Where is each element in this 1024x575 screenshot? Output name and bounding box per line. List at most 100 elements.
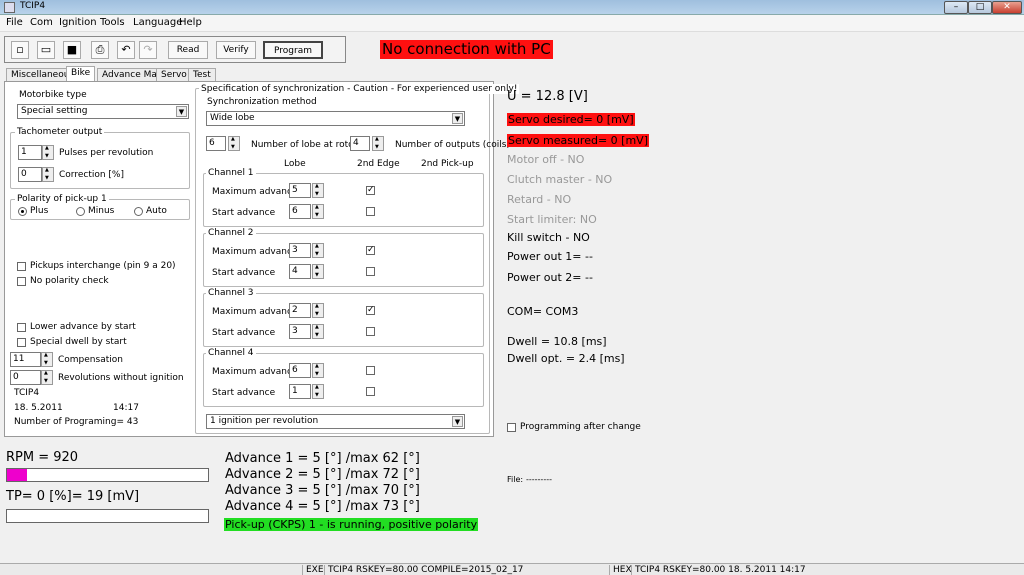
revolutions-label: Revolutions without ignition [58,373,184,383]
program-button[interactable]: Program [263,41,323,59]
close-icon[interactable]: ✕ [992,1,1022,14]
lobe-input[interactable]: 6 [206,136,226,151]
menu-tools[interactable]: Tools [100,17,125,28]
dwell-readout: Dwell = 10.8 [ms] [507,335,607,348]
power-out-1: Power out 1= -- [507,250,593,263]
start-advance-stepper[interactable] [312,264,324,279]
channel-label: Channel 4 [206,348,256,358]
no-polarity-check-checkbox[interactable] [17,277,26,286]
menu-file[interactable]: File [6,17,23,28]
voltage-readout: U = 12.8 [V] [507,89,588,104]
max-advance-input[interactable]: 2 [289,303,311,318]
correction-label: Correction [%] [59,170,124,180]
ignition-mode-value: 1 ignition per revolution [210,416,319,426]
exe-info: TCIP4 RSKEY=80.00 COMPILE=2015_02_17 [324,565,523,575]
start-advance-input[interactable]: 6 [289,204,311,219]
polarity-auto-radio[interactable] [134,207,143,216]
programing-count: Number of Programing= 43 [14,417,139,427]
max-advance-input[interactable]: 3 [289,243,311,258]
tachometer-label: Tachometer output [15,127,105,137]
rpm-bar [6,468,209,482]
motorbike-type-select[interactable]: Special setting ▼ [17,104,189,119]
maximize-icon[interactable]: □ [968,1,992,14]
channel-group [203,233,484,287]
2nd-pickup-checkbox[interactable] [366,207,375,216]
open-folder-icon[interactable]: ▭ [37,41,55,59]
2nd-pickup-checkbox[interactable] [366,327,375,336]
tab-servo[interactable]: Servo [156,68,192,82]
status-bar: EXE TCIP4 RSKEY=80.00 COMPILE=2015_02_17… [0,563,1024,575]
start-advance-label: Start advance [212,208,276,218]
compensation-stepper[interactable] [41,352,53,367]
start-advance-stepper[interactable] [312,384,324,399]
polarity-plus-radio[interactable] [18,207,27,216]
compensation-label: Compensation [58,355,123,365]
correction-input[interactable]: 0 [18,167,42,182]
max-advance-stepper[interactable] [312,363,324,378]
print-icon[interactable]: ⎙ [91,41,109,59]
max-advance-stepper[interactable] [312,243,324,258]
lower-advance-checkbox[interactable] [17,323,26,332]
ignition-mode-select[interactable]: 1 ignition per revolution ▼ [206,414,465,429]
tp-bar [6,509,209,523]
2nd-edge-checkbox[interactable] [366,366,375,375]
start-advance-input[interactable]: 3 [289,324,311,339]
lobe-stepper[interactable] [228,136,240,151]
advance-3: Advance 3 = 5 [°] /max 70 [°] [225,483,420,498]
compensation-input[interactable]: 11 [10,352,41,367]
kill-switch-status: Kill switch - NO [507,231,590,244]
save-icon[interactable]: ■ [63,41,81,59]
revolutions-stepper[interactable] [41,370,53,385]
channel-group [203,293,484,347]
max-advance-label: Maximum advance [212,187,298,197]
menu-ignition[interactable]: Ignition [59,17,97,28]
2nd-pickup-checkbox[interactable] [366,267,375,276]
max-advance-stepper[interactable] [312,183,324,198]
start-advance-label: Start advance [212,388,276,398]
start-advance-stepper[interactable] [312,204,324,219]
new-file-icon[interactable]: ▫ [11,41,29,59]
max-advance-label: Maximum advance [212,307,298,317]
correction-stepper[interactable] [42,167,54,182]
pulses-input[interactable]: 1 [18,145,42,160]
undo-icon[interactable]: ↶ [117,41,135,59]
redo-icon[interactable]: ↷ [139,41,157,59]
2nd-edge-checkbox[interactable]: ✓ [366,306,375,315]
menu-com[interactable]: Com [30,17,53,28]
dwell-opt-readout: Dwell opt. = 2.4 [ms] [507,352,625,365]
max-advance-stepper[interactable] [312,303,324,318]
polarity-minus-radio[interactable] [76,207,85,216]
start-advance-input[interactable]: 1 [289,384,311,399]
tab-bike[interactable]: Bike [66,66,96,82]
sync-method-select[interactable]: Wide lobe ▼ [206,111,465,126]
toolbar: ▫ ▭ ■ ⎙ ↶ ↷ Read Verify Program [4,36,346,63]
verify-button[interactable]: Verify [216,41,256,59]
menu-language[interactable]: Language [133,17,182,28]
start-advance-stepper[interactable] [312,324,324,339]
special-dwell-checkbox[interactable] [17,338,26,347]
programming-after-change-label: Programming after change [520,422,641,432]
pickups-interchange-checkbox[interactable] [17,262,26,271]
pulses-label: Pulses per revolution [59,148,154,158]
revolutions-input[interactable]: 0 [10,370,41,385]
2nd-edge-checkbox[interactable]: ✓ [366,186,375,195]
minimize-icon[interactable]: – [944,1,968,14]
menu-help[interactable]: Help [179,17,202,28]
2nd-edge-checkbox[interactable]: ✓ [366,246,375,255]
sync-method-label: Synchronization method [207,97,317,107]
lower-advance-label: Lower advance by start [30,322,136,332]
device-date: 18. 5.2011 [14,403,63,413]
col-2nd-edge: 2nd Edge [357,159,400,169]
read-button[interactable]: Read [168,41,208,59]
rpm-readout: RPM = 920 [6,450,79,465]
programming-after-change-checkbox[interactable] [507,423,516,432]
max-advance-input[interactable]: 5 [289,183,311,198]
max-advance-input[interactable]: 6 [289,363,311,378]
2nd-pickup-checkbox[interactable] [366,387,375,396]
tab-test[interactable]: Test [188,68,216,82]
motorbike-type-label: Motorbike type [19,90,87,100]
start-advance-input[interactable]: 4 [289,264,311,279]
pulses-stepper[interactable] [42,145,54,160]
outputs-input[interactable]: 4 [350,136,370,151]
outputs-stepper[interactable] [372,136,384,151]
